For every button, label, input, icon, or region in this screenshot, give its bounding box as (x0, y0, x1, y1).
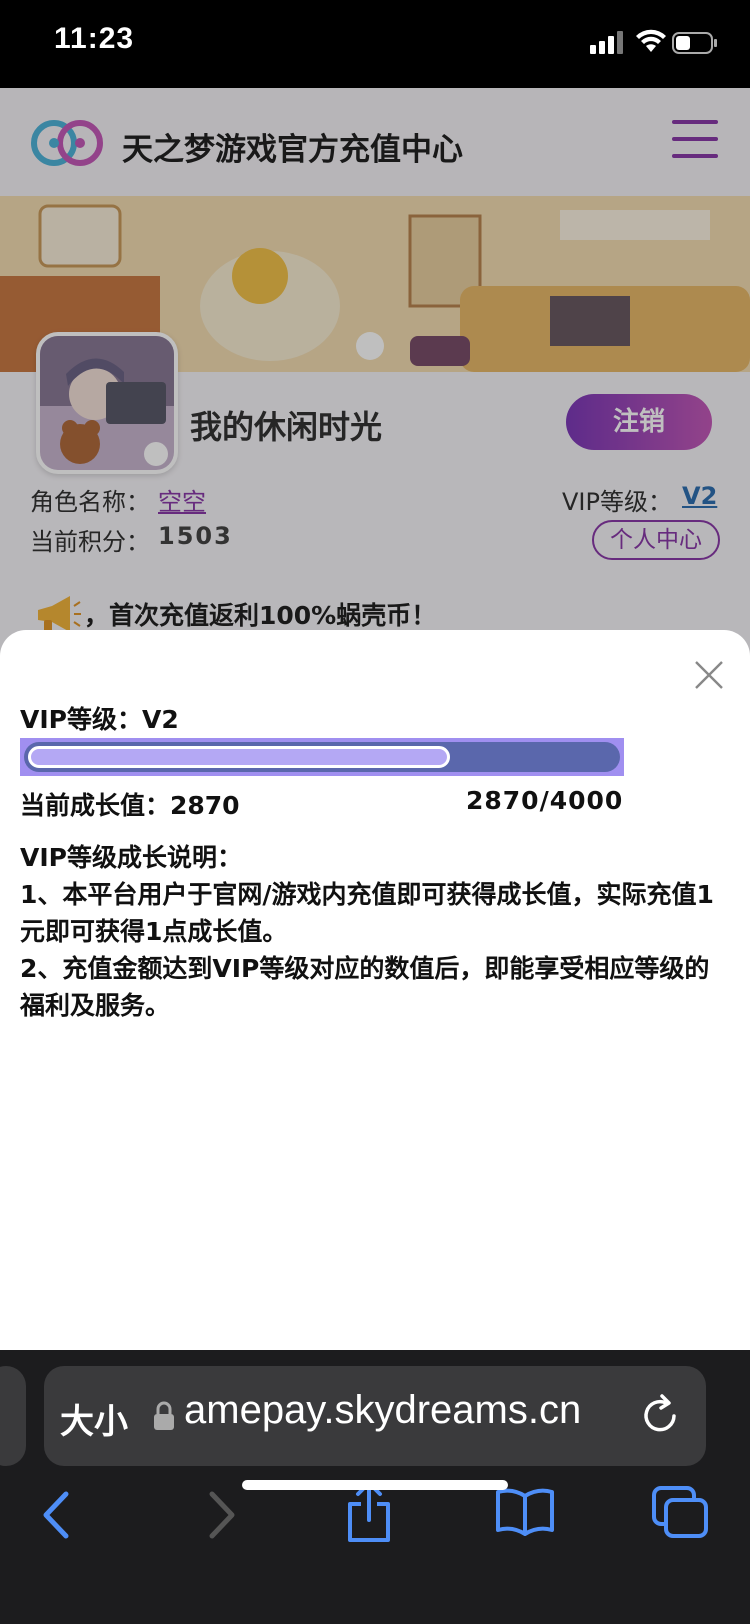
growth-ratio: 2870/4000 (466, 786, 624, 815)
description-item-2: 2、充值金额达到VIP等级对应的数值后，即能享受相应等级的福利及服务。 (20, 954, 710, 1020)
status-bar: 11:23 (0, 0, 750, 88)
close-icon[interactable] (694, 660, 724, 690)
text-size-button[interactable]: 大小 (60, 1394, 128, 1443)
previous-tab-edge[interactable] (0, 1366, 26, 1466)
vip-level-title: VIP等级：V2 (20, 705, 179, 734)
current-growth-value: 当前成长值：2870 (20, 791, 240, 820)
progress-track (24, 742, 620, 772)
wifi-icon (636, 29, 666, 52)
growth-description-title: VIP等级成长说明： (20, 843, 242, 872)
back-icon[interactable] (38, 1490, 78, 1540)
address-bar[interactable]: 大小 amepay.skydreams.cn (44, 1366, 706, 1466)
vip-modal: VIP等级：V2 当前成长值：2870 2870/4000 VIP等级成长说明：… (0, 630, 750, 1350)
vip-progress-bar (20, 738, 624, 776)
tabs-icon[interactable] (650, 1484, 710, 1540)
url-text: amepay.skydreams.cn (184, 1388, 582, 1432)
reload-icon[interactable] (636, 1392, 684, 1440)
battery-icon (672, 32, 717, 54)
description-item-1: 1、本平台用户于官网/游戏内充值即可获得成长值，实际充值1元即可获得1点成长值。 (20, 880, 714, 946)
home-indicator[interactable] (242, 1480, 508, 1490)
progress-fill (28, 746, 450, 768)
bookmarks-icon[interactable] (494, 1486, 556, 1536)
forward-icon[interactable] (200, 1490, 240, 1540)
signal-icon (590, 31, 623, 54)
lock-icon (154, 1401, 174, 1430)
growth-description: 1、本平台用户于官网/游戏内充值即可获得成长值，实际充值1元即可获得1点成长值。… (20, 876, 730, 1024)
status-time: 11:23 (54, 22, 135, 55)
